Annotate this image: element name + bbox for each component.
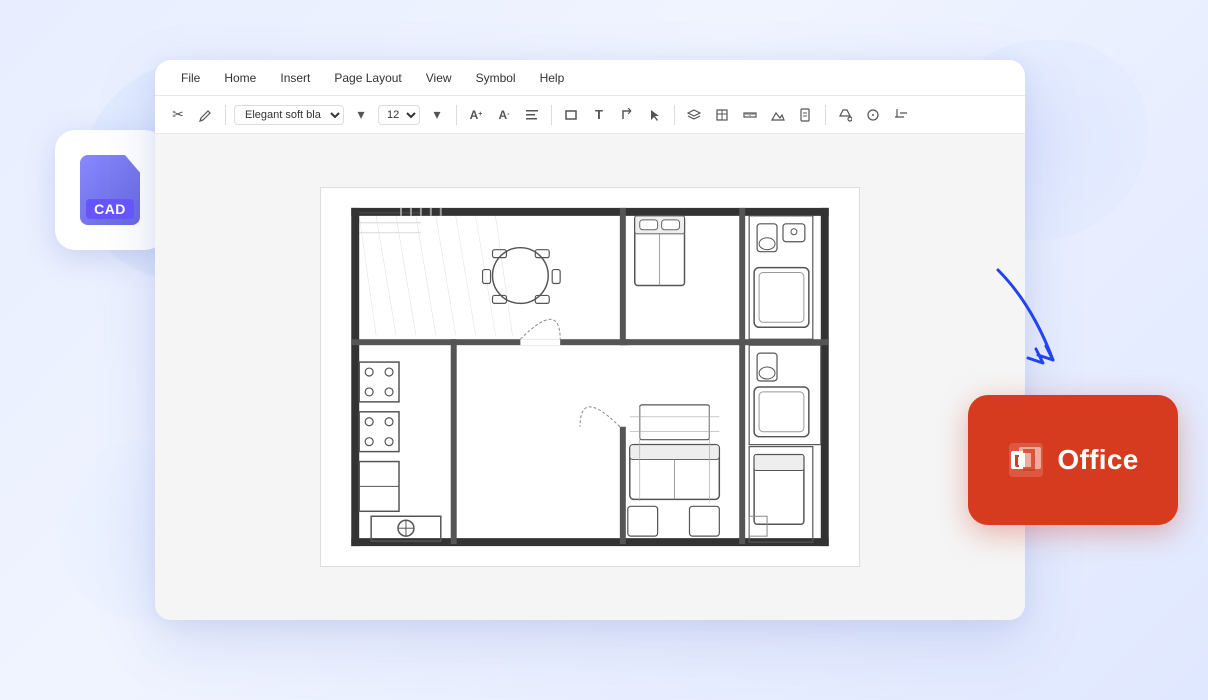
- paint-bucket-icon[interactable]: [834, 104, 856, 126]
- menu-file[interactable]: File: [171, 67, 210, 89]
- toolbar: ✂ Elegant soft black ▾ 12 ▾ A+ A-: [155, 96, 1025, 134]
- crop-icon[interactable]: [890, 104, 912, 126]
- font-decrease-icon[interactable]: A-: [493, 104, 515, 126]
- cad-label: CAD: [86, 199, 134, 219]
- font-size-select[interactable]: 12: [378, 105, 420, 125]
- font-name-select[interactable]: Elegant soft black: [234, 105, 344, 125]
- cad-file-icon-container: CAD: [55, 130, 165, 250]
- document-icon[interactable]: [795, 104, 817, 126]
- corner-icon[interactable]: [616, 104, 638, 126]
- office-label: Office: [1057, 444, 1138, 476]
- floor-plan-svg: [320, 187, 860, 567]
- toolbar-sep-4: [674, 105, 675, 125]
- menu-home[interactable]: Home: [214, 67, 266, 89]
- cad-file-shape: CAD: [80, 155, 140, 225]
- font-dropdown-icon[interactable]: ▾: [350, 104, 372, 126]
- menu-page-layout[interactable]: Page Layout: [324, 67, 411, 89]
- toolbar-sep-1: [225, 105, 226, 125]
- menu-help[interactable]: Help: [530, 67, 575, 89]
- toolbar-sep-3: [551, 105, 552, 125]
- circle-tool-icon[interactable]: [862, 104, 884, 126]
- layers-icon[interactable]: [683, 104, 705, 126]
- text-icon[interactable]: T: [588, 104, 610, 126]
- toolbar-sep-5: [825, 105, 826, 125]
- toolbar-sep-2: [456, 105, 457, 125]
- scissors-icon[interactable]: ✂: [167, 104, 189, 126]
- mountain-icon[interactable]: [767, 104, 789, 126]
- menu-symbol[interactable]: Symbol: [466, 67, 526, 89]
- table-icon[interactable]: [711, 104, 733, 126]
- align-icon[interactable]: [521, 104, 543, 126]
- app-window: File Home Insert Page Layout View Symbol…: [155, 60, 1025, 620]
- canvas-area[interactable]: [155, 134, 1025, 620]
- menu-insert[interactable]: Insert: [270, 67, 320, 89]
- font-increase-icon[interactable]: A+: [465, 104, 487, 126]
- menu-view[interactable]: View: [416, 67, 462, 89]
- office-icon-container: Office: [968, 395, 1178, 525]
- cursor-icon[interactable]: [644, 104, 666, 126]
- font-dropdown-icon-2[interactable]: ▾: [426, 104, 448, 126]
- rectangle-icon[interactable]: [560, 104, 582, 126]
- ruler-icon[interactable]: [739, 104, 761, 126]
- menu-bar: File Home Insert Page Layout View Symbol…: [155, 60, 1025, 96]
- pen-icon[interactable]: [195, 104, 217, 126]
- ms-office-logo: [1007, 441, 1045, 479]
